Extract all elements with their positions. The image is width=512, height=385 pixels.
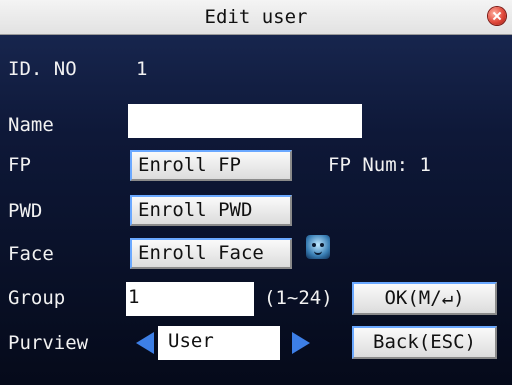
title-bar: Edit user (0, 0, 512, 35)
close-icon[interactable] (488, 7, 506, 25)
purview-label: Purview (8, 332, 89, 354)
fp-num-value: FP Num: 1 (328, 154, 431, 176)
window-title: Edit user (204, 6, 308, 28)
face-label: Face (8, 243, 54, 265)
ok-button[interactable]: OK(M/↵) (352, 282, 497, 315)
edit-user-screen: Edit user ID. NO 1 Name FP Enroll FP FP … (0, 0, 512, 385)
group-input[interactable]: 1 (126, 282, 254, 316)
enroll-fp-button[interactable]: Enroll FP (130, 150, 292, 181)
group-label: Group (8, 287, 66, 309)
name-label: Name (8, 114, 54, 136)
fp-label: FP (8, 154, 31, 176)
enroll-pwd-button[interactable]: Enroll PWD (130, 195, 292, 226)
back-button[interactable]: Back(ESC) (352, 326, 497, 359)
id-no-label: ID. NO (8, 58, 77, 80)
name-input[interactable] (128, 104, 362, 138)
enroll-face-button[interactable]: Enroll Face (130, 238, 292, 269)
arrow-right-icon[interactable] (292, 332, 310, 354)
group-range-hint: (1~24) (264, 287, 333, 309)
arrow-left-icon[interactable] (136, 332, 154, 354)
pwd-label: PWD (8, 200, 43, 222)
id-no-value: 1 (136, 58, 148, 80)
face-icon (306, 235, 330, 259)
purview-select[interactable]: User (158, 326, 280, 360)
